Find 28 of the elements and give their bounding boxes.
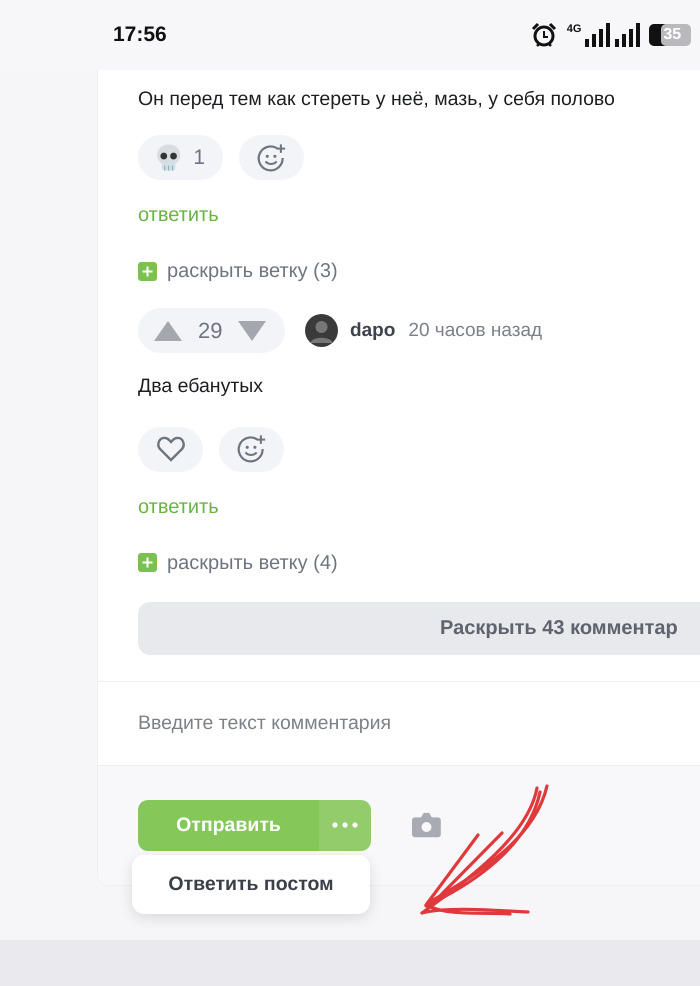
reply-link[interactable]: ответить (138, 200, 219, 230)
network-type: 4G (566, 22, 582, 37)
signal-icon (585, 23, 612, 47)
avatar[interactable] (305, 314, 338, 348)
battery-indicator: 35 (649, 24, 692, 46)
expand-thread-link[interactable]: раскрыть ветку (4) (138, 548, 338, 578)
signal-icon (615, 23, 642, 47)
comment-text: Он перед тем как стереть у неё, мазь, у себя полово (138, 88, 616, 112)
reaction-button[interactable]: 1 (138, 135, 223, 180)
clock-time: 17:56 (113, 22, 167, 48)
more-icon (332, 822, 358, 828)
add-reaction-button[interactable] (239, 135, 304, 180)
comment-time: 20 часов назад (408, 318, 542, 343)
reply-link[interactable]: ответить (138, 492, 219, 522)
author-name[interactable]: dapo (350, 316, 396, 346)
show-more-comments-button[interactable]: Раскрыть 43 комментар (138, 602, 700, 655)
reaction-count: 1 (193, 145, 205, 172)
expand-thread-link[interactable]: раскрыть ветку (3) (138, 256, 338, 286)
like-button[interactable] (138, 426, 203, 472)
add-reaction-button[interactable] (219, 426, 284, 472)
heart-icon (156, 436, 184, 462)
alarm-icon (530, 22, 557, 48)
plus-icon (138, 553, 157, 572)
vote-count: 29 (198, 317, 222, 346)
menu-item[interactable]: Ответить постом (132, 863, 370, 906)
comment-text: Два ебанутых (138, 375, 264, 399)
skull-icon (156, 144, 182, 172)
plus-icon (138, 262, 157, 281)
